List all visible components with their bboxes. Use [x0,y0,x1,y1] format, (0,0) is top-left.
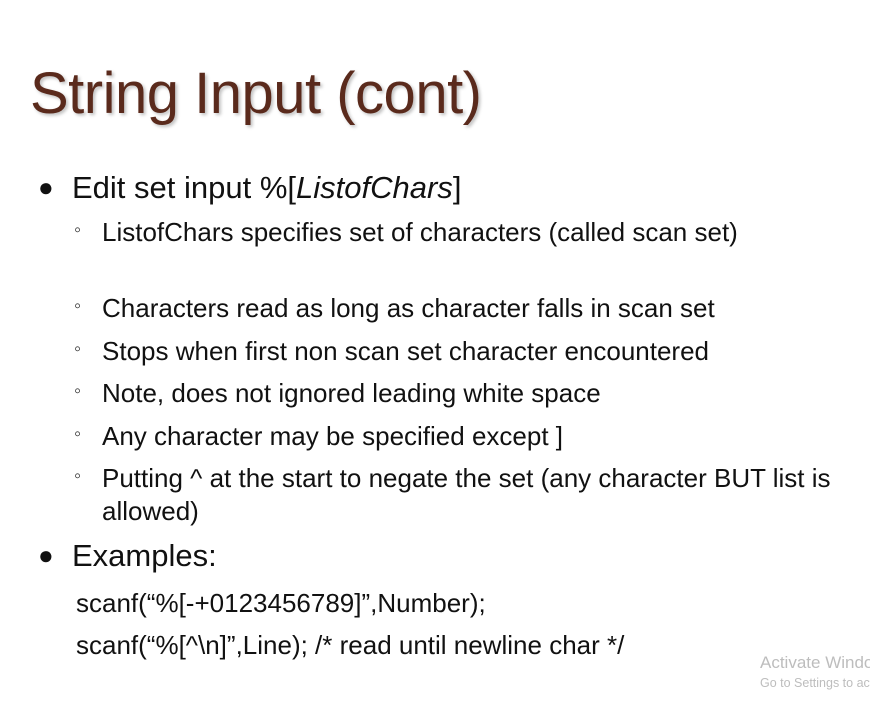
bullet-dot-icon: ● [38,172,54,202]
code-line-scanf-number: scanf(“%[-+0123456789]”,Number); [76,588,486,618]
sub-bullet-text: Stops when first non scan set character … [102,336,710,366]
sub-bullet-characters-read: ◦ Characters read as long as character f… [74,292,842,325]
bullet-edit-set: ● Edit set input %[ListofChars] [38,170,462,206]
sub-bullet-text: ListofChars specifies set of characters … [102,217,738,247]
sub-bullet-stops: ◦ Stops when first non scan set characte… [74,335,842,368]
sub-bullet-white-space: ◦ Note, does not ignored leading white s… [74,377,842,410]
sub-bullet-negate: ◦ Putting ^ at the start to negate the s… [74,462,842,528]
sub-bullet-text: Note, does not ignored leading white spa… [102,378,601,408]
slide-title: String Input (cont) [30,61,482,126]
activate-windows-watermark: Activate Windows Go to Settings to activ… [760,652,870,692]
circle-bullet-icon: ◦ [74,295,82,317]
circle-bullet-icon: ◦ [74,380,82,402]
watermark-subtitle: Go to Settings to activate Windows. [760,676,870,690]
circle-bullet-icon: ◦ [74,219,82,241]
sub-bullet-text: Putting ^ at the start to negate the set… [102,463,831,526]
sub-bullet-any-character: ◦ Any character may be specified except … [74,420,842,453]
watermark-title: Activate Windows [760,653,870,672]
circle-bullet-icon: ◦ [74,465,82,487]
code-line-scanf-line: scanf(“%[^\n]”,Line); /* read until newl… [76,630,625,660]
sub-bullet-scan-set: ◦ ListofChars specifies set of character… [74,216,842,249]
edit-set-prefix: Edit set input %[ [72,170,297,205]
sub-bullet-text: Characters read as long as character fal… [102,293,715,323]
sub-bullet-text: Any character may be specified except ] [102,421,564,451]
circle-bullet-icon: ◦ [74,338,82,360]
circle-bullet-icon: ◦ [74,423,82,445]
examples-label: Examples: [72,538,217,573]
bullet-examples: ● Examples: [38,538,217,574]
slide: String Input (cont) ● Edit set input %[L… [0,0,870,713]
edit-set-italic: ListofChars [296,170,453,205]
bullet-dot-icon: ● [38,540,54,570]
edit-set-suffix: ] [452,170,462,205]
